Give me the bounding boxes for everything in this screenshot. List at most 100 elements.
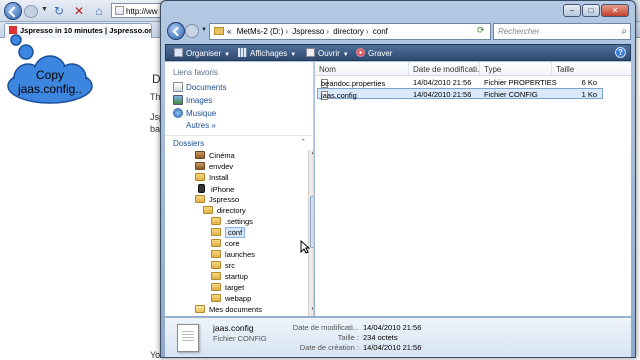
column-header-date[interactable]: Date de modificati...	[409, 62, 484, 76]
browser-nav-buttons: ▼	[4, 2, 50, 20]
column-header-type[interactable]: Type	[480, 62, 552, 76]
breadcrumb-overflow[interactable]: «	[227, 27, 231, 36]
folder-icon	[195, 162, 205, 170]
tree-item-label: Mes documents	[209, 305, 262, 314]
tree-item[interactable]: startup	[211, 272, 248, 281]
tree-item[interactable]: directory	[203, 206, 246, 215]
file-size: 1 Ko	[581, 90, 597, 99]
column-header-name[interactable]: Nom	[315, 62, 409, 76]
mouse-cursor-icon	[300, 239, 311, 254]
file-row-selected[interactable]: jaas.config 14/04/2010 21:56 Fichier CON…	[317, 88, 603, 100]
tree-item[interactable]: .settings	[211, 217, 253, 226]
open-label: Ouvrir	[318, 49, 340, 58]
close-icon[interactable]: ✕	[601, 4, 629, 17]
stop-icon[interactable]: ✕	[72, 4, 86, 18]
views-label: Affichages	[250, 49, 288, 58]
breadcrumb-item[interactable]: conf	[373, 27, 388, 36]
breadcrumb-item[interactable]: Jspresso	[292, 27, 324, 36]
folder-icon	[211, 239, 221, 247]
chevron-up-icon[interactable]: ⌃	[300, 138, 306, 146]
favorite-label: Autres »	[186, 121, 216, 130]
column-header-size[interactable]: Taille	[552, 62, 631, 76]
maximize-icon[interactable]: □	[582, 4, 600, 17]
breadcrumb[interactable]: « MetMs-2 (D:) › Jspresso › directory › con…	[209, 23, 491, 40]
tree-item[interactable]: launches	[211, 250, 255, 259]
back-arrow-icon[interactable]	[4, 2, 22, 20]
recent-pages-icon[interactable]: ▼	[201, 27, 207, 33]
favorite-music[interactable]: Musique	[173, 108, 216, 118]
tree-item[interactable]: Install	[195, 173, 229, 182]
views-button[interactable]: Affichages ▼	[238, 48, 296, 58]
folder-icon	[195, 173, 205, 181]
explorer-address-row: ▼ « MetMs-2 (D:) › Jspresso › directory › c…	[165, 19, 631, 43]
callout-cloud: Copy jaas.config..	[4, 30, 96, 106]
forward-arrow-icon[interactable]	[24, 5, 38, 18]
details-value: 234 octets	[363, 333, 398, 342]
tree-item-label: iPhone	[211, 185, 235, 194]
back-arrow-icon[interactable]	[167, 22, 185, 40]
history-dropdown-icon[interactable]: ▼	[41, 6, 49, 16]
tree-item-label: launches	[225, 250, 256, 259]
tree-item[interactable]: src	[211, 261, 235, 270]
tree-item[interactable]: Mes documents	[195, 305, 262, 314]
tree-item-label: .settings	[225, 217, 253, 226]
tree-item-label: Install	[209, 173, 229, 182]
refresh-icon[interactable]: ↻	[52, 4, 66, 18]
navigation-pane: Liens favoris Documents Images Musique A…	[165, 62, 314, 316]
scroll-down-icon[interactable]: ▼	[309, 307, 313, 316]
folder-icon	[195, 151, 205, 159]
favorite-more[interactable]: Autres »	[186, 121, 216, 130]
config-file-icon	[177, 324, 199, 352]
folder-icon	[211, 228, 221, 236]
refresh-icon[interactable]: ⟳	[477, 25, 487, 35]
search-input[interactable]: Rechercher ⌕	[493, 23, 631, 40]
folder-open-icon	[203, 206, 213, 214]
tree-item[interactable]: webapp	[211, 294, 251, 303]
search-icon[interactable]: ⌕	[621, 26, 627, 37]
burn-disc-icon	[356, 48, 365, 57]
favorite-documents[interactable]: Documents	[173, 82, 226, 92]
open-button[interactable]: Ouvrir ▼	[306, 48, 349, 58]
details-file-name: jaas.config	[213, 323, 254, 333]
tree-item[interactable]: Jspresso	[195, 195, 239, 204]
breadcrumb-item[interactable]: MetMs-2 (D:)	[237, 27, 284, 36]
tree-item[interactable]: Cinéma	[195, 151, 235, 160]
chevron-down-icon: ▼	[224, 52, 231, 58]
tree-item-selected[interactable]: conf	[211, 227, 246, 238]
forward-arrow-icon[interactable]	[185, 24, 199, 38]
burn-button[interactable]: Graver	[356, 48, 392, 58]
favorite-label: Musique	[186, 109, 217, 118]
images-icon	[173, 95, 183, 105]
folder-icon	[211, 294, 221, 302]
iphone-icon	[198, 184, 205, 193]
tree-item[interactable]: target	[211, 283, 244, 292]
details-file-type: Fichier CONFIG	[213, 334, 267, 343]
file-name: beandoc.properties	[321, 79, 386, 88]
tree-item-label: target	[225, 283, 245, 292]
breadcrumb-separator-icon[interactable]: ›	[366, 27, 369, 36]
organize-label: Organiser	[186, 49, 222, 58]
scrollbar-thumb[interactable]	[310, 196, 313, 248]
organize-icon	[174, 48, 183, 57]
folder-tree-scrollbar[interactable]: ▲ ▼	[308, 150, 313, 316]
home-icon[interactable]: ⌂	[92, 4, 106, 18]
page-text-fragment: Yo	[150, 350, 161, 360]
chevron-down-icon: ▼	[342, 52, 349, 58]
breadcrumb-separator-icon[interactable]: ›	[285, 27, 288, 36]
scroll-up-icon[interactable]: ▲	[309, 150, 313, 159]
breadcrumb-item[interactable]: directory	[333, 27, 364, 36]
folder-icon	[211, 283, 221, 291]
help-icon[interactable]: ?	[615, 47, 626, 58]
file-row[interactable]: beandoc.properties 14/04/2010 21:56 Fich…	[317, 77, 603, 88]
tree-item[interactable]: core	[211, 239, 240, 248]
folders-header[interactable]: Dossiers ⌃	[165, 135, 313, 149]
tree-item-label: envdev	[209, 162, 234, 171]
tree-item[interactable]: envdev	[195, 162, 233, 171]
search-placeholder: Rechercher	[498, 27, 540, 36]
favorite-images[interactable]: Images	[173, 95, 212, 105]
minimize-icon[interactable]: –	[563, 4, 581, 17]
window-caption-buttons: – □ ✕	[563, 4, 631, 18]
breadcrumb-separator-icon[interactable]: ›	[326, 27, 329, 36]
tree-item[interactable]: iPhone	[198, 184, 234, 194]
organize-button[interactable]: Organiser ▼	[174, 48, 230, 58]
